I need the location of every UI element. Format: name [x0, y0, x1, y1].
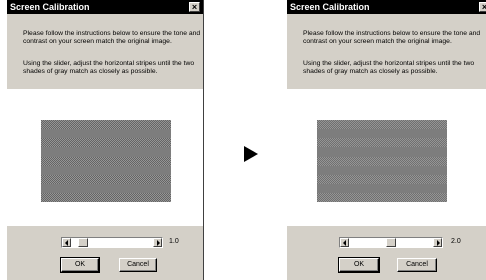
calibration-dialog-before: Screen Calibration × Please follow the i… [6, 0, 204, 280]
ok-button[interactable]: OK [338, 257, 380, 273]
gray-stripe-swatch [41, 120, 171, 202]
stripe [317, 157, 447, 166]
slider-right-arrow-icon[interactable] [153, 238, 162, 247]
instructions-text-1: Please follow the instructions below to … [23, 30, 201, 45]
right-arrow-icon [244, 146, 258, 162]
stripe [317, 138, 447, 147]
title-bar: Screen Calibration [287, 0, 486, 14]
dialog-title: Screen Calibration [10, 2, 90, 12]
stripe [41, 157, 171, 166]
slider-left-arrow-icon[interactable] [340, 238, 349, 247]
ok-button[interactable]: OK [60, 257, 100, 273]
gray-stripe-swatch [317, 120, 447, 202]
stripe [41, 120, 171, 129]
cancel-button[interactable]: Cancel [397, 258, 437, 272]
slider-value: 1.0 [169, 238, 179, 245]
slider-right-arrow-icon[interactable] [433, 238, 442, 247]
calibration-slider[interactable] [61, 237, 163, 248]
stripe [317, 175, 447, 184]
calibration-preview-panel [287, 89, 486, 226]
slider-left-arrow-icon[interactable] [62, 238, 71, 247]
calibration-dialog-after: Screen Calibration × Please follow the i… [286, 0, 486, 280]
slider-thumb[interactable] [78, 238, 89, 247]
stripe [317, 193, 447, 202]
title-bar: Screen Calibration [7, 0, 203, 14]
calibration-slider[interactable] [339, 237, 443, 248]
calibration-preview-panel [7, 89, 203, 226]
stripe [41, 138, 171, 147]
close-icon[interactable]: × [189, 2, 200, 12]
stripe [317, 120, 447, 129]
instructions-text-2: Using the slider, adjust the horizontal … [303, 60, 475, 75]
instructions-text-2: Using the slider, adjust the horizontal … [23, 60, 195, 75]
stripe [41, 175, 171, 184]
dialog-title: Screen Calibration [290, 2, 370, 12]
close-icon[interactable]: × [479, 2, 486, 12]
slider-thumb[interactable] [386, 238, 396, 247]
instructions-text-1: Please follow the instructions below to … [303, 30, 481, 45]
cancel-button[interactable]: Cancel [119, 258, 157, 272]
slider-value: 2.0 [451, 238, 461, 245]
stripe [41, 193, 171, 202]
